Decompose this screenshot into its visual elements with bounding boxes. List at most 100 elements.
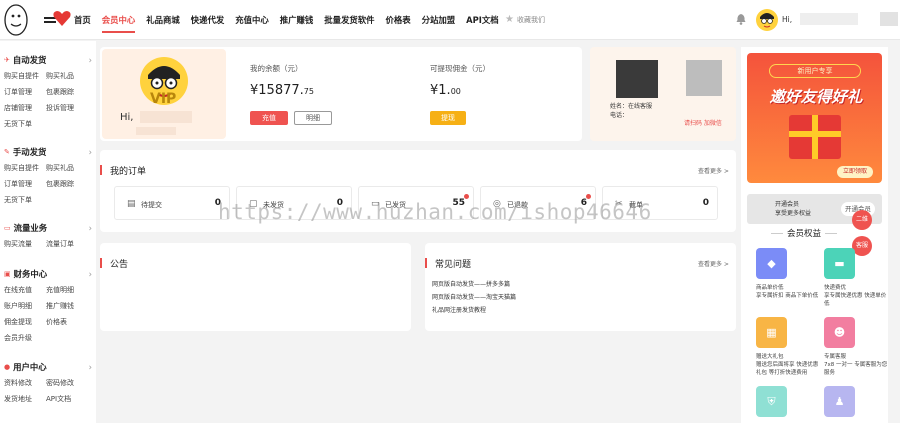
sidebar-item[interactable]: 订单管理 [4,85,46,99]
sidebar-item[interactable]: 店铺管理 [4,101,46,115]
nav-api-docs[interactable]: API文档 [466,13,499,33]
nav-gift-mall[interactable]: 礼品商城 [146,13,180,33]
sidebar-item[interactable]: 发货地址 [4,392,46,406]
balance-amount: ¥15877.75 [250,83,314,98]
user-avatar[interactable] [756,9,778,31]
banner-claim-button[interactable]: 立即领取 [837,166,873,178]
sidebar-section-finance: ▣ 财务中心 › 在线充值 充值明细 账户明细 推广赚钱 佣金提现 价格表 会员升级 [4,267,96,345]
order-stat-pending-submit[interactable]: ▤ 待提交 0 [114,186,230,220]
account-summary-card: VIP Hi, 我的余额（元） ¥15877.75 充值 明细 可提现佣金（元）… [100,47,582,141]
faq-item[interactable]: 网页版自动发货——拼多多篇 [432,278,516,291]
sidebar-item[interactable]: 包裹跟踪 [46,85,88,99]
sidebar-item[interactable]: 在线充值 [4,283,46,297]
sidebar-item[interactable]: 购买流量 [4,237,46,251]
benefit-item: ♟ [824,386,888,417]
main-menu: 首页 会员中心 礼品商城 快递代发 充值中心 推广赚钱 批量发货软件 价格表 分… [74,13,510,33]
edit-icon: ✎ [4,148,10,156]
withdraw-button[interactable]: 提现 [430,111,466,125]
vip-upgrade-line1: 开通会员 [775,201,800,208]
benefit-title: 赠送大礼包 [756,354,784,360]
star-icon: ★ [505,14,514,25]
service-icon: ☻ [824,317,855,348]
bell-icon[interactable] [736,13,746,25]
nav-home[interactable]: 首页 [74,13,91,33]
sidebar-item[interactable]: 无货下单 [4,193,46,207]
nav-price-list[interactable]: 价格表 [386,13,411,33]
sidebar-item[interactable]: 密码修改 [46,376,88,390]
nav-franchise[interactable]: 分站加盟 [422,13,456,33]
orders-more-link[interactable]: 查看更多 > [698,166,729,175]
sidebar-section-title[interactable]: ▣ 财务中心 › [4,267,96,281]
sidebar-item[interactable]: 充值明细 [46,283,88,297]
benefit-title: 商品单价低 [756,285,784,291]
section-label: 财务中心 [13,269,48,279]
sidebar-item[interactable]: 购买礼品 [46,69,88,83]
faq-more-link[interactable]: 查看更多 > [698,259,729,268]
recharge-button[interactable]: 充值 [250,111,288,125]
site-logo[interactable] [2,2,72,38]
sidebar-item[interactable]: 购买自提件 [4,161,46,175]
favorite-link[interactable]: ★ 收藏我们 [505,14,545,25]
scan-add-wechat-link[interactable]: 请扫码 加微信 [684,118,722,127]
sidebar-item[interactable]: 购买自提件 [4,69,46,83]
order-stat-unshipped[interactable]: ▢ 未发货 0 [236,186,352,220]
sidebar-item[interactable]: 订单管理 [4,177,46,191]
sidebar-section-title[interactable]: ✈ 自动发货 › [4,53,96,67]
float-qr-button[interactable]: 二维 [852,210,872,230]
benefit-gift-pack: ▦ 赠送大礼包 赠送您后面将享 快递优惠礼包 等打折快递费用 [756,317,820,377]
sidebar: ✈ 自动发货 › 购买自提件 购买礼品 订单管理 包裹跟踪 店铺管理 投诉管理 无货… [0,41,96,423]
username-blurred [800,13,858,25]
sidebar-section-traffic: ▭ 流量业务 › 购买流量 流量订单 [4,221,96,251]
balance-amount-decimal: 75 [303,87,314,96]
sidebar-item[interactable]: 会员升级 [4,331,46,345]
order-stat-count: 0 [702,198,709,208]
sidebar-item[interactable]: API文档 [46,392,88,406]
order-stat-count: 0 [214,198,221,208]
faq-item[interactable]: 网页版自动发货——淘宝天猫篇 [432,291,516,304]
nav-promote[interactable]: 推广赚钱 [280,13,314,33]
sidebar-item[interactable]: 包裹跟踪 [46,177,88,191]
sidebar-section-title[interactable]: ✎ 手动发货 › [4,145,96,159]
invite-banner[interactable]: 新用户专享 邀好友得好礼 立即领取 [747,53,882,183]
sidebar-item[interactable]: 资料修改 [4,376,46,390]
section-label: 流量业务 [13,223,48,233]
cut-icon: ✂ [615,199,623,209]
sidebar-item[interactable]: 佣金提现 [4,315,46,329]
nav-batch-software[interactable]: 批量发货软件 [324,13,374,33]
nav-express[interactable]: 快递代发 [191,13,225,33]
sidebar-item[interactable]: 购买礼品 [46,161,88,175]
right-panel: 新用户专享 邀好友得好礼 立即领取 开通会员 享受更多权益 开通会员 二维 客服… [741,47,888,423]
benefit-item: ⛨ [756,386,820,417]
nav-member-center[interactable]: 会员中心 [101,13,136,33]
qr-code-blurred [686,60,722,96]
service-contact-info: 姓名：在线客服 电话： [610,102,652,120]
tag-icon: ◆ [756,248,787,279]
vip-profile: VIP Hi, [102,49,226,139]
benefit-service: ☻ 专属客服 7x8 一对一 专属客服为您服务 [824,317,888,377]
sidebar-section-manual-ship: ✎ 手动发货 › 购买自提件 购买礼品 订单管理 包裹跟踪 无货下单 [4,145,96,207]
sidebar-item[interactable]: 无货下单 [4,117,46,131]
logout-blurred[interactable] [880,12,898,26]
sidebar-section-title[interactable]: ● 用户中心 › [4,360,96,374]
faq-title: 常见问题 [425,257,471,270]
sidebar-section-title[interactable]: ▭ 流量业务 › [4,221,96,235]
balance-detail-button[interactable]: 明细 [294,111,332,125]
order-stat-cut-off[interactable]: ✂ 截单 0 [602,186,718,220]
banner-tag: 新用户专享 [769,64,861,78]
plane-icon: ✈ [4,56,10,64]
nav-recharge[interactable]: 充值中心 [235,13,269,33]
sidebar-item[interactable]: 流量订单 [46,237,88,251]
vip-username-blurred [140,111,192,123]
benefit-express: ▬ 快递费优 享专属快递优惠 快递单价低 [824,248,888,308]
benefit-desc: 赠送您后面将享 快递优惠礼包 等打折快递费用 [756,362,819,376]
sidebar-section-user: ● 用户中心 › 资料修改 密码修改 发货地址 API文档 [4,360,96,406]
order-stat-shipped[interactable]: ▭ 已发货 55 [358,186,474,220]
faq-item[interactable]: 礼品网注册发货教程 [432,304,516,317]
sidebar-item[interactable]: 账户明细 [4,299,46,313]
doc-icon: ▤ [127,199,136,209]
order-stat-refunded[interactable]: ◎ 已退款 6 [480,186,596,220]
sidebar-item[interactable]: 投诉管理 [46,101,88,115]
sidebar-item[interactable]: 推广赚钱 [46,299,88,313]
benefit-title: 专属客服 [824,354,847,360]
sidebar-item[interactable]: 价格表 [46,315,88,329]
